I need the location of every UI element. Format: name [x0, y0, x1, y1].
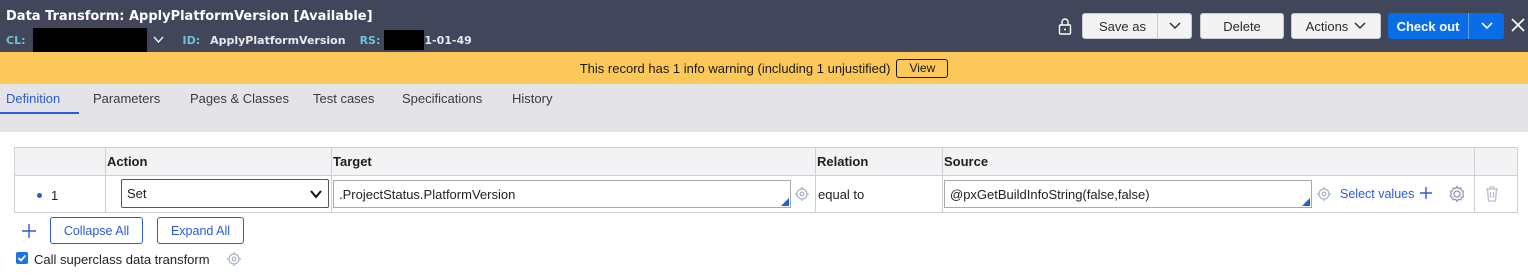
add-value-icon[interactable] — [1419, 186, 1433, 200]
rs-label: RS: — [359, 33, 381, 47]
settings-gear-icon[interactable] — [1448, 185, 1466, 203]
tab-pages-classes[interactable]: Pages & Classes — [190, 91, 289, 106]
view-warnings-button[interactable]: View — [896, 58, 949, 78]
save-as-label: Save as — [1099, 18, 1146, 34]
row-bullet-icon — [37, 193, 42, 198]
id-label: ID: — [182, 33, 201, 47]
delete-button[interactable]: Delete — [1200, 13, 1284, 39]
select-values-link[interactable]: Select values — [1340, 187, 1414, 201]
tab-parameters[interactable]: Parameters — [93, 91, 160, 106]
chevron-down-icon — [310, 190, 322, 199]
source-picker-icon[interactable] — [1316, 186, 1332, 202]
class-chevron-icon[interactable] — [153, 34, 165, 47]
target-picker-icon[interactable] — [794, 186, 810, 202]
record-title: Data Transform: ApplyPlatformVersion [Av… — [6, 9, 373, 24]
column-header-action: Action — [107, 154, 148, 169]
expand-all-button[interactable]: Expand All — [157, 217, 244, 244]
autocomplete-corner-icon — [781, 198, 789, 206]
warning-message: This record has 1 info warning (includin… — [579, 60, 891, 76]
superclass-picker-icon[interactable] — [226, 251, 242, 267]
column-header-relation: Relation — [817, 154, 869, 169]
collapse-all-button[interactable]: Collapse All — [50, 217, 143, 244]
row-number: 1 — [51, 188, 59, 203]
lock-icon — [1058, 17, 1072, 35]
call-superclass-checkbox[interactable] — [16, 252, 28, 264]
checkmark-icon — [17, 254, 27, 262]
column-header-target: Target — [333, 154, 372, 169]
call-superclass-label: Call superclass data transform — [34, 252, 210, 267]
target-input[interactable]: .ProjectStatus.PlatformVersion — [333, 180, 791, 208]
chevron-down-icon — [1168, 22, 1181, 30]
close-icon[interactable] — [1510, 17, 1526, 33]
rs-value: 1-01-49 — [424, 33, 472, 47]
chevron-down-icon — [1480, 22, 1493, 30]
source-input[interactable]: @pxGetBuildInfoString(false,false) — [944, 180, 1312, 208]
table-row: 1 Set .ProjectStatus.PlatformVersion equ… — [15, 176, 1517, 212]
tab-definition[interactable]: Definition — [6, 91, 60, 106]
data-transform-grid: Action Target Relation Source 1 Set .Pro… — [14, 147, 1518, 213]
check-out-menu-button[interactable] — [1468, 13, 1504, 39]
save-as-button[interactable]: Save as — [1082, 13, 1192, 39]
cl-label: CL: — [6, 33, 26, 47]
action-select[interactable]: Set — [121, 179, 329, 208]
record-header: Data Transform: ApplyPlatformVersion [Av… — [0, 0, 1528, 52]
active-tab-indicator — [0, 112, 79, 114]
tab-test-cases[interactable]: Test cases — [313, 91, 374, 106]
tab-bar: Definition Parameters Pages & Classes Te… — [0, 84, 1528, 132]
add-row-icon[interactable] — [21, 223, 37, 239]
relation-value: equal to — [818, 187, 865, 202]
record-meta: CL: ID: ApplyPlatformVersion RS: 1-01-49 — [6, 28, 472, 52]
chevron-down-icon — [1354, 22, 1366, 30]
redacted-ruleset — [384, 30, 425, 50]
delete-row-trash-icon[interactable] — [1484, 185, 1500, 203]
autocomplete-corner-icon — [1302, 198, 1310, 206]
tab-specifications[interactable]: Specifications — [402, 91, 482, 106]
id-value: ApplyPlatformVersion — [210, 33, 346, 47]
redacted-class — [33, 28, 148, 52]
column-header-source: Source — [944, 154, 989, 169]
save-as-menu-button[interactable] — [1157, 14, 1191, 38]
check-out-button[interactable]: Check out — [1388, 13, 1504, 39]
grid-header-row: Action Target Relation Source — [15, 148, 1517, 176]
tab-history[interactable]: History — [512, 91, 552, 106]
warning-banner: This record has 1 info warning (includin… — [0, 52, 1528, 84]
actions-button[interactable]: Actions — [1291, 13, 1381, 39]
